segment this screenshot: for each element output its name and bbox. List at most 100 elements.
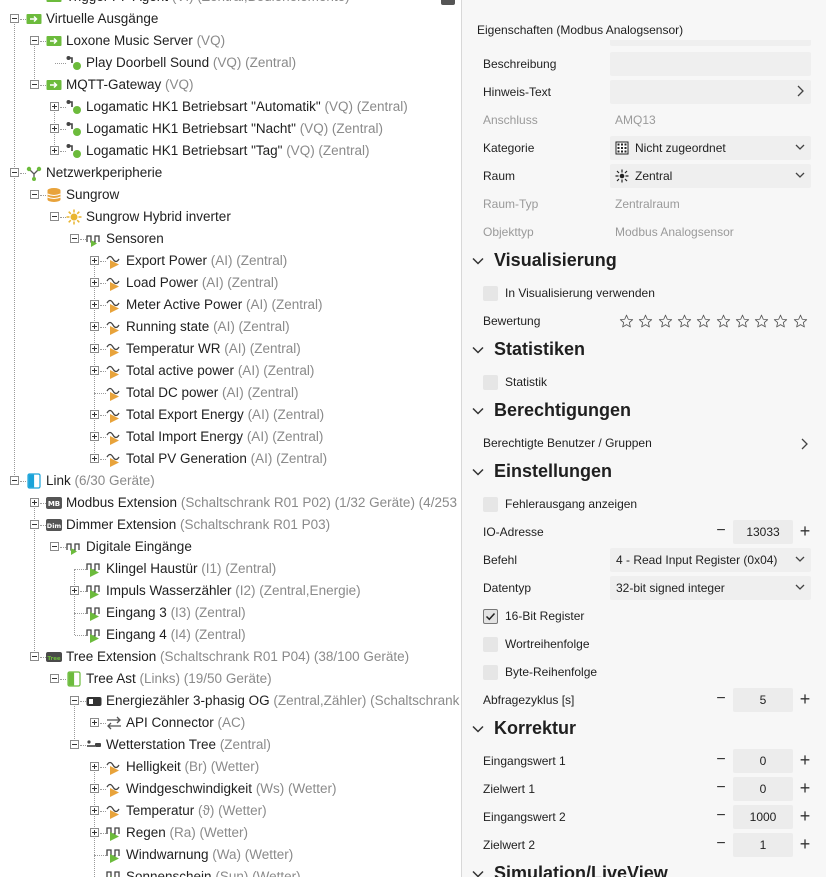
tree-node[interactable]: Eingang 4 (I4) (Zentral) — [0, 624, 461, 646]
befehl-select[interactable]: 4 - Read Input Register (0x04) — [610, 548, 811, 572]
wortreihenfolge-checkbox[interactable] — [483, 637, 498, 652]
expand-toggle-icon[interactable] — [90, 762, 99, 771]
eingangswert-1-decrement-button[interactable]: − — [714, 750, 728, 770]
in-visualisierung-checkbox[interactable] — [483, 286, 498, 301]
abfragezyklus-increment-button[interactable]: + — [798, 688, 812, 710]
statistik-checkbox[interactable] — [483, 375, 498, 390]
expand-toggle-icon[interactable] — [90, 322, 99, 331]
zielwert-2-increment-button[interactable]: + — [798, 833, 812, 855]
hinweis-input[interactable] — [610, 80, 811, 104]
star-icon[interactable] — [638, 314, 654, 330]
expand-toggle-icon[interactable] — [70, 586, 79, 595]
tree-node[interactable]: Digitale Eingänge — [0, 536, 461, 558]
tree-node[interactable]: Tree Tree Extension (Schaltschrank R01 P0… — [0, 646, 461, 668]
expand-toggle-icon[interactable] — [30, 498, 39, 507]
tree-node[interactable]: Klingel Haustür (I1) (Zentral) — [0, 558, 461, 580]
kategorie-select[interactable]: Nicht zugeordnet — [610, 136, 811, 160]
zielwert-1-input[interactable]: 0 — [733, 777, 793, 801]
beschreibung-input[interactable] — [610, 52, 811, 76]
tree-node[interactable]: Temperatur (ϑ) (Wetter) — [0, 800, 461, 822]
tree-node[interactable]: API Connector (AC) — [0, 712, 461, 734]
collapse-toggle-icon[interactable] — [10, 476, 19, 485]
expand-toggle-icon[interactable] — [90, 806, 99, 815]
expand-toggle-icon[interactable] — [90, 454, 99, 463]
expand-toggle-icon[interactable] — [90, 410, 99, 419]
star-icon[interactable] — [677, 314, 693, 330]
tree-node[interactable]: Total DC power (AI) (Zentral) — [0, 382, 461, 404]
tree-node[interactable]: Windwarnung (Wa) (Wetter) — [0, 844, 461, 866]
expand-toggle-icon[interactable] — [90, 432, 99, 441]
datentyp-select[interactable]: 32-bit signed integer — [610, 576, 811, 600]
expand-toggle-icon[interactable] — [90, 256, 99, 265]
zielwert-2-decrement-button[interactable]: − — [714, 834, 728, 854]
io-adresse-decrement-button[interactable]: − — [714, 521, 728, 541]
star-icon[interactable] — [773, 314, 789, 330]
tree-node[interactable]: Eingang 3 (I3) (Zentral) — [0, 602, 461, 624]
collapse-toggle-icon[interactable] — [10, 168, 19, 177]
eingangswert-2-decrement-button[interactable]: − — [714, 806, 728, 826]
tree-node[interactable]: Tree Ast (Links) (19/50 Geräte) — [0, 668, 461, 690]
row-berechtigte-benutzer[interactable]: Berechtigte Benutzer / Gruppen — [462, 429, 826, 457]
zielwert-2-input[interactable]: 1 — [733, 833, 793, 857]
star-icon[interactable] — [754, 314, 770, 330]
tree-node[interactable]: Running state (AI) (Zentral) — [0, 316, 461, 338]
tree-node[interactable]: Export Power (AI) (Zentral) — [0, 250, 461, 272]
collapse-toggle-icon[interactable] — [70, 234, 79, 243]
expand-toggle-icon[interactable] — [90, 278, 99, 287]
tree-node[interactable]: Dim Dimmer Extension (Schaltschrank R01 P… — [0, 514, 461, 536]
16bit-register-checkbox[interactable] — [483, 609, 498, 624]
zielwert-1-decrement-button[interactable]: − — [714, 778, 728, 798]
section-statistiken[interactable]: Statistiken — [462, 335, 826, 365]
project-tree[interactable]: Trigger PP Agent (VI) (Zentral,Bedienele… — [0, 0, 461, 877]
tree-node[interactable]: Windgeschwindigkeit (Ws) (Wetter) — [0, 778, 461, 800]
zielwert-1-increment-button[interactable]: + — [798, 777, 812, 799]
star-icon[interactable] — [716, 314, 732, 330]
tree-node[interactable]: Helligkeit (Br) (Wetter) — [0, 756, 461, 778]
abfragezyklus-input[interactable]: 5 — [733, 688, 793, 712]
eingangswert-2-input[interactable]: 1000 — [733, 805, 793, 829]
tree-node[interactable]: Logamatic HK1 Betriebsart "Tag" (VQ) (Ze… — [0, 140, 461, 162]
collapse-toggle-icon[interactable] — [50, 674, 59, 683]
toolbar-handle[interactable] — [441, 0, 455, 5]
collapse-toggle-icon[interactable] — [10, 14, 19, 23]
expand-toggle-icon[interactable] — [50, 124, 59, 133]
fehlerausgang-checkbox[interactable] — [483, 497, 498, 512]
tree-node[interactable]: Energiezähler 3-phasig OG (Zentral,Zähle… — [0, 690, 461, 712]
tree-node[interactable]: Logamatic HK1 Betriebsart "Nacht" (VQ) (… — [0, 118, 461, 140]
section-einstellungen[interactable]: Einstellungen — [462, 457, 826, 487]
section-simulation[interactable]: Simulation/LiveView — [462, 859, 826, 877]
tree-node[interactable]: Loxone Music Server (VQ) — [0, 30, 461, 52]
star-icon[interactable] — [696, 314, 712, 330]
star-icon[interactable] — [619, 314, 635, 330]
tree-node[interactable]: Meter Active Power (AI) (Zentral) — [0, 294, 461, 316]
collapse-toggle-icon[interactable] — [70, 696, 79, 705]
star-icon[interactable] — [658, 314, 674, 330]
tree-node[interactable]: Trigger PP Agent (VI) (Zentral,Bedienele… — [0, 0, 461, 8]
collapse-toggle-icon[interactable] — [30, 520, 39, 529]
collapse-toggle-icon[interactable] — [30, 80, 39, 89]
section-berechtigungen[interactable]: Berechtigungen — [462, 396, 826, 426]
tree-node[interactable]: Sonnenschein (Sun) (Wetter) — [0, 866, 461, 877]
tree-node[interactable]: Regen (Ra) (Wetter) — [0, 822, 461, 844]
expand-toggle-icon[interactable] — [90, 828, 99, 837]
eingangswert-2-increment-button[interactable]: + — [798, 805, 812, 827]
tree-node[interactable]: Total active power (AI) (Zentral) — [0, 360, 461, 382]
tree-node[interactable]: Sungrow — [0, 184, 461, 206]
tree-node[interactable]: Total PV Generation (AI) (Zentral) — [0, 448, 461, 470]
tree-node[interactable]: Temperatur WR (AI) (Zentral) — [0, 338, 461, 360]
tree-node[interactable]: Play Doorbell Sound (VQ) (Zentral) — [0, 52, 461, 74]
section-korrektur[interactable]: Korrektur — [462, 714, 826, 744]
tree-node[interactable]: Sungrow Hybrid inverter — [0, 206, 461, 228]
raum-select[interactable]: Zentral — [610, 164, 811, 188]
collapse-toggle-icon[interactable] — [30, 652, 39, 661]
eingangswert-1-increment-button[interactable]: + — [798, 749, 812, 771]
tree-node[interactable]: Impuls Wasserzähler (I2) (Zentral,Energi… — [0, 580, 461, 602]
expand-toggle-icon[interactable] — [50, 102, 59, 111]
expand-toggle-icon[interactable] — [90, 300, 99, 309]
tree-node[interactable]: Load Power (AI) (Zentral) — [0, 272, 461, 294]
abfragezyklus-decrement-button[interactable]: − — [714, 689, 728, 709]
star-icon[interactable] — [735, 314, 751, 330]
collapse-toggle-icon[interactable] — [30, 190, 39, 199]
byte-reihenfolge-checkbox[interactable] — [483, 665, 498, 680]
collapse-toggle-icon[interactable] — [50, 212, 59, 221]
